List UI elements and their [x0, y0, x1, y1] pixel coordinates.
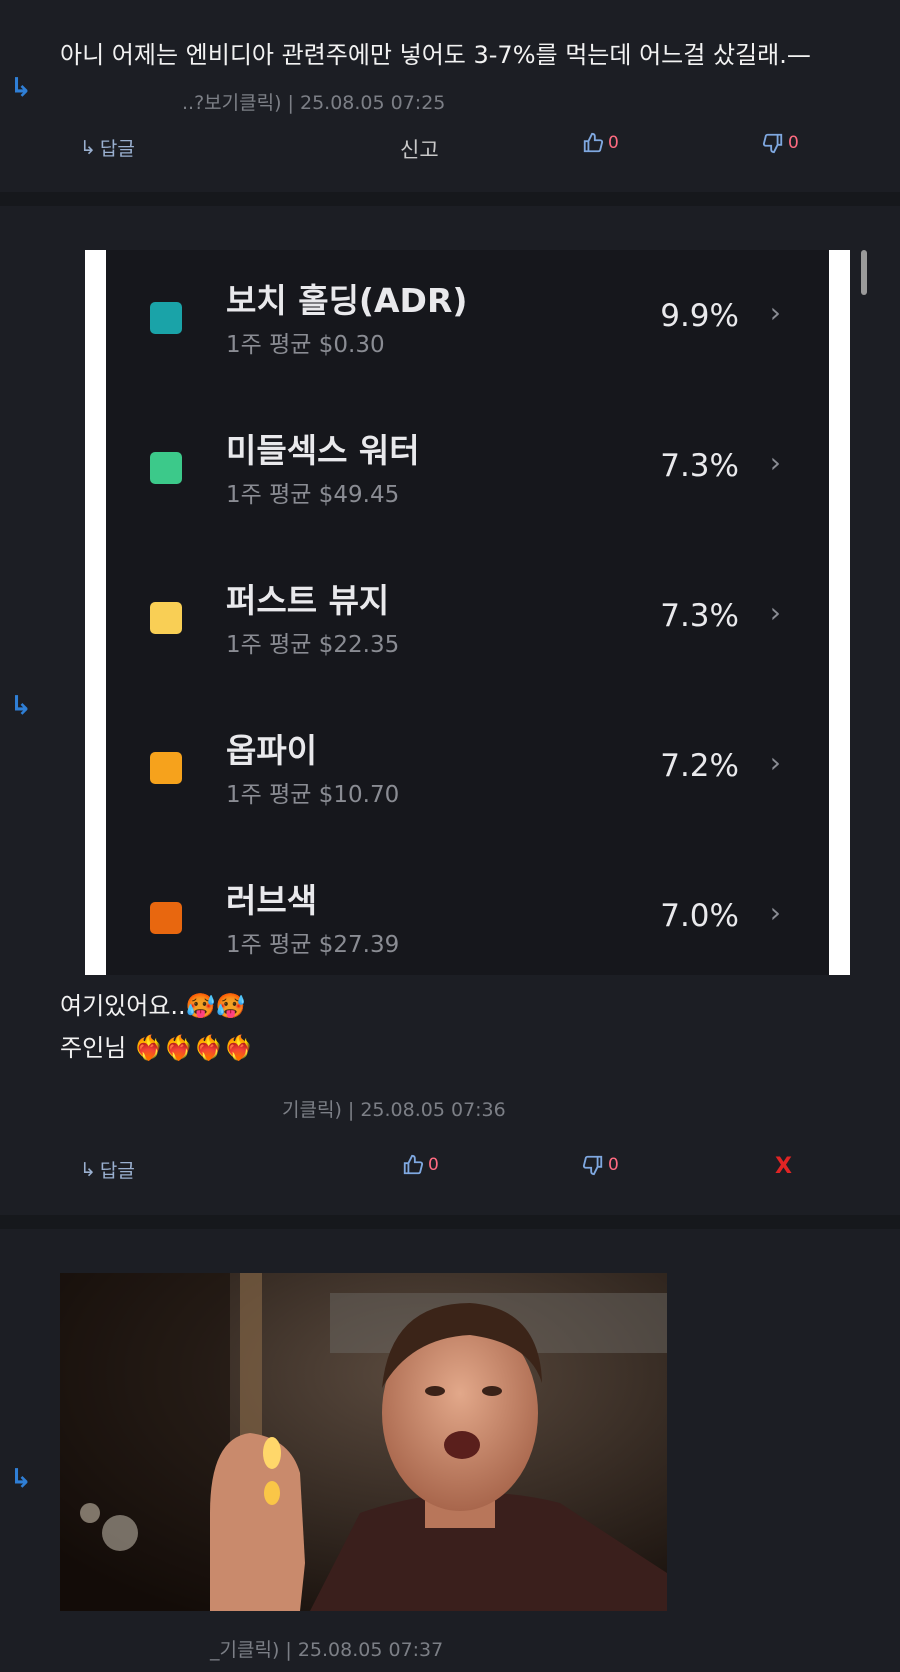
stock-color-square — [150, 452, 182, 484]
stock-row[interactable]: 보치 홀딩(ADR) 1주 평균 $0.30 9.9% › — [106, 250, 829, 400]
stock-name: 보치 홀딩(ADR) — [226, 281, 468, 320]
chevron-right-icon: › — [769, 446, 781, 479]
stock-avg-price: 1주 평균 $0.30 — [226, 332, 385, 358]
report-button[interactable]: 신고 — [400, 134, 439, 164]
reply-small-icon: ↳ — [80, 1158, 96, 1181]
stock-avg-price: 1주 평균 $49.45 — [226, 482, 400, 508]
reply-label: 답글 — [99, 1160, 135, 1182]
comment-text-line1: 여기있어요..🥵🥵 — [60, 992, 246, 1020]
like-button[interactable]: 0 — [582, 132, 619, 154]
stock-name: 퍼스트 뷰지 — [226, 581, 390, 620]
scrollbar-thumb[interactable] — [861, 250, 867, 295]
stock-list-panel: 보치 홀딩(ADR) 1주 평균 $0.30 9.9% › 미들섹스 워터 1주… — [106, 250, 829, 975]
thumbs-down-icon — [762, 133, 783, 154]
dislike-button[interactable]: 0 — [582, 1154, 619, 1176]
stock-avg-price: 1주 평균 $10.70 — [226, 782, 400, 808]
reply-button[interactable]: ↳ 답글 — [80, 1156, 135, 1183]
chevron-right-icon: › — [769, 296, 781, 329]
chevron-right-icon: › — [769, 746, 781, 779]
stock-avg-price: 1주 평균 $27.39 — [226, 932, 400, 958]
stock-color-square — [150, 752, 182, 784]
reply-small-icon: ↳ — [80, 136, 96, 159]
comment-divider — [0, 192, 900, 206]
reply-button[interactable]: ↳ 답글 — [80, 134, 135, 161]
stock-list-image[interactable]: 보치 홀딩(ADR) 1주 평균 $0.30 9.9% › 미들섹스 워터 1주… — [85, 250, 850, 975]
stock-percent: 7.3% — [660, 598, 739, 634]
stock-name: 미들섹스 워터 — [226, 431, 420, 470]
reply-arrow-icon: ↳ — [10, 1464, 32, 1494]
reaction-gif-image[interactable] — [60, 1273, 667, 1611]
comment-meta: ..?보기클릭) | 25.08.05 07:25 — [182, 92, 446, 114]
like-count: 0 — [608, 133, 619, 153]
stock-row[interactable]: 퍼스트 뷰지 1주 평균 $22.35 7.3% › — [106, 550, 829, 700]
like-count: 0 — [428, 1155, 439, 1175]
stock-percent: 7.3% — [660, 448, 739, 484]
stock-color-square — [150, 602, 182, 634]
stock-row[interactable]: 옵파이 1주 평균 $10.70 7.2% › — [106, 700, 829, 850]
stock-name: 옵파이 — [226, 731, 318, 770]
reply-arrow-icon: ↳ — [10, 73, 32, 103]
dislike-button[interactable]: 0 — [762, 132, 799, 154]
stock-name: 러브색 — [226, 881, 318, 920]
comment-text: 아니 어제는 엔비디아 관련주에만 넣어도 3-7%를 먹는데 어느걸 샀길래.… — [60, 41, 811, 69]
stock-percent: 7.2% — [660, 748, 739, 784]
comment-meta: 기클릭) | 25.08.05 07:36 — [282, 1099, 506, 1121]
thumbs-down-icon — [582, 1155, 603, 1176]
stock-color-square — [150, 302, 182, 334]
report-label: 신고 — [400, 138, 439, 162]
stock-row[interactable]: 러브색 1주 평균 $27.39 7.0% › — [106, 850, 829, 975]
stock-percent: 9.9% — [660, 298, 739, 334]
comment-text-line2: 주인님 ❤️‍🔥❤️‍🔥❤️‍🔥❤️‍🔥 — [60, 1034, 254, 1062]
stock-percent: 7.0% — [660, 898, 739, 934]
dislike-count: 0 — [788, 133, 799, 153]
thumbs-up-icon — [583, 132, 604, 153]
stock-color-square — [150, 902, 182, 934]
chevron-right-icon: › — [769, 896, 781, 929]
chevron-right-icon: › — [769, 596, 781, 629]
reply-arrow-icon: ↳ — [10, 691, 32, 721]
like-button[interactable]: 0 — [402, 1154, 439, 1176]
stock-row[interactable]: 미들섹스 워터 1주 평균 $49.45 7.3% › — [106, 400, 829, 550]
comment-divider — [0, 1215, 900, 1229]
reply-label: 답글 — [99, 138, 135, 160]
reaction-gif-scene — [60, 1273, 667, 1611]
delete-button[interactable]: X — [775, 1154, 792, 1179]
dislike-count: 0 — [608, 1155, 619, 1175]
thumbs-up-icon — [403, 1154, 424, 1175]
stock-avg-price: 1주 평균 $22.35 — [226, 632, 400, 658]
comment-meta: _기클릭) | 25.08.05 07:37 — [210, 1639, 444, 1661]
